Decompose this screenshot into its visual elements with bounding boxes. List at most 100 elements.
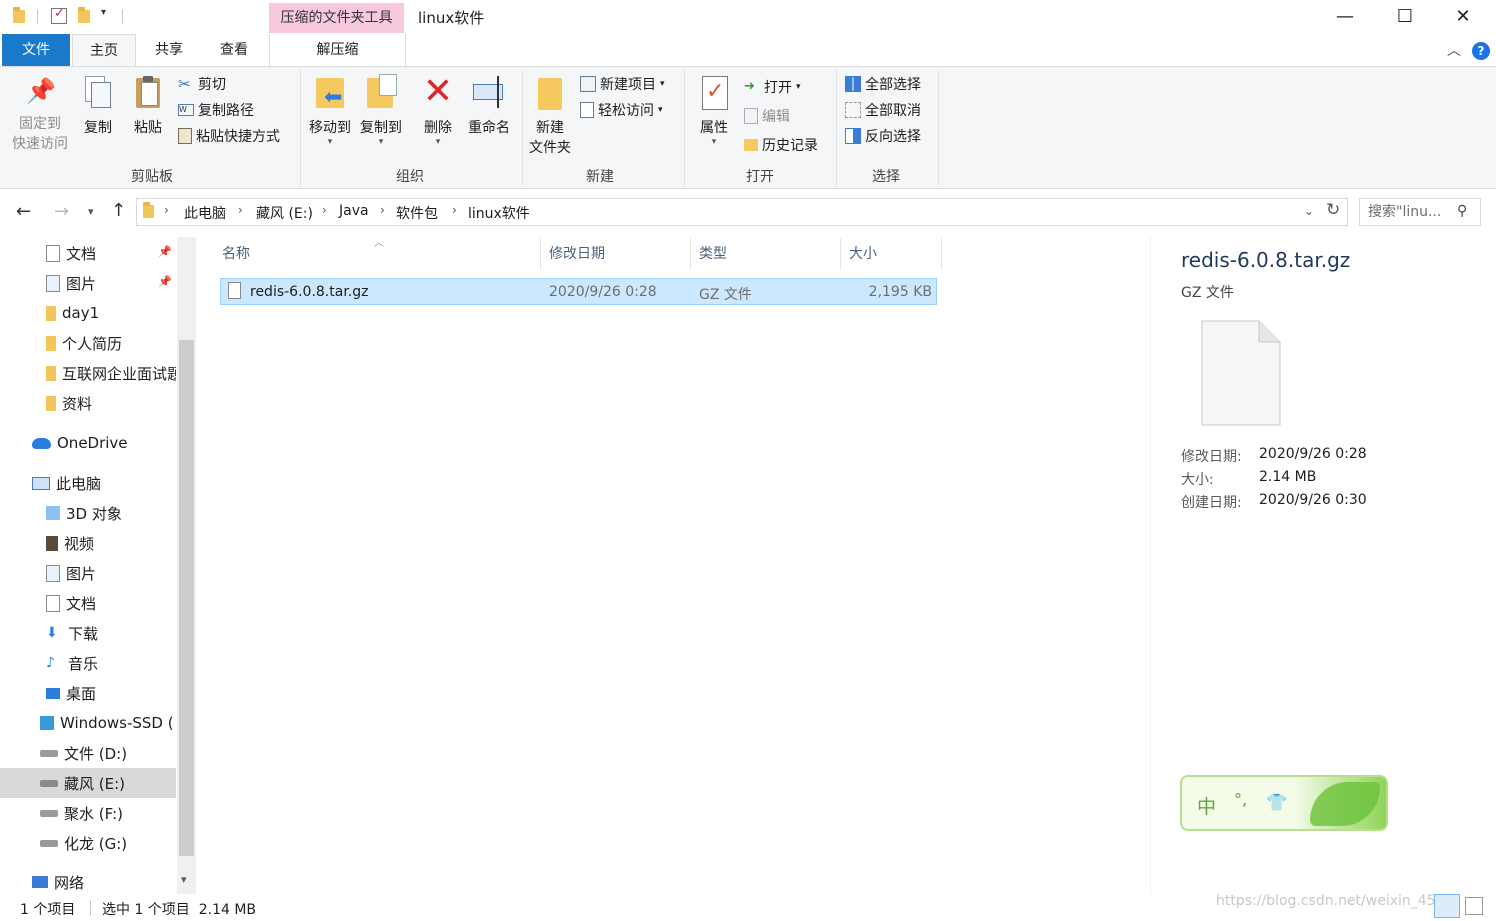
- edit-button[interactable]: 编辑: [744, 105, 790, 127]
- nav-item-drive-g[interactable]: 化龙 (G:): [0, 828, 176, 858]
- breadcrumb-chevron-icon[interactable]: ›: [164, 203, 169, 217]
- nav-item-pictures[interactable]: 图片: [0, 558, 176, 588]
- nav-item-windows-ssd[interactable]: Windows-SSD (: [0, 708, 176, 738]
- nav-item-downloads[interactable]: ⬇ 下载: [0, 618, 176, 648]
- details-view-button[interactable]: [1434, 894, 1460, 918]
- up-arrow-icon[interactable]: ↑: [111, 200, 126, 221]
- history-button[interactable]: 历史记录: [744, 134, 818, 156]
- nav-label: 桌面: [66, 684, 97, 703]
- nav-item-materials[interactable]: 资料: [0, 388, 176, 418]
- select-all-button[interactable]: 全部选择: [845, 73, 921, 95]
- nav-item-drive-d[interactable]: 文件 (D:): [0, 738, 176, 768]
- tab-view[interactable]: 查看: [205, 34, 263, 66]
- tab-file[interactable]: 文件: [2, 34, 70, 66]
- folder-icon: [46, 335, 56, 351]
- breadcrumb-chevron-icon[interactable]: ›: [452, 203, 457, 217]
- column-header-type[interactable]: 类型: [691, 238, 841, 270]
- back-arrow-icon[interactable]: ←: [16, 201, 31, 222]
- select-all-label: 全部选择: [865, 77, 921, 93]
- new-item-button[interactable]: 新建项目 ▾: [580, 73, 665, 95]
- status-item-count: 1 个项目: [20, 902, 76, 918]
- breadcrumb-java[interactable]: Java: [339, 203, 369, 219]
- nav-item-drive-e[interactable]: 藏风 (E:): [0, 768, 176, 798]
- copy-to-button[interactable]: 复制到 ▾: [356, 74, 406, 147]
- tab-extract[interactable]: 解压缩: [269, 34, 406, 66]
- cut-button[interactable]: ✂ 剪切: [178, 73, 226, 95]
- new-folder-button[interactable]: 新建 文件夹: [526, 74, 574, 158]
- close-button[interactable]: ✕: [1440, 0, 1486, 32]
- file-size: 2,195 KB: [868, 284, 932, 300]
- breadcrumb-this-pc[interactable]: 此电脑: [184, 203, 226, 223]
- copy-button[interactable]: 复制: [78, 76, 118, 138]
- nav-item-interview[interactable]: 互联网企业面试题: [0, 358, 176, 388]
- forward-arrow-icon[interactable]: →: [54, 201, 69, 222]
- properties-button[interactable]: ✓ 属性 ▾: [692, 74, 736, 147]
- breadcrumb-drive-e[interactable]: 藏风 (E:): [256, 203, 313, 223]
- properties-label: 属性: [700, 120, 728, 136]
- column-header-name[interactable]: 名称: [214, 238, 541, 270]
- refresh-icon[interactable]: ↻: [1326, 200, 1340, 220]
- address-folder-icon: [143, 202, 154, 218]
- nav-item-day1[interactable]: day1: [0, 298, 176, 328]
- help-icon[interactable]: ?: [1472, 42, 1490, 60]
- new-folder-icon: [536, 74, 564, 110]
- nav-item-this-pc[interactable]: 此电脑: [0, 468, 176, 498]
- pin-quick-access-button[interactable]: 📌 固定到 快速访问: [8, 76, 72, 154]
- tab-home[interactable]: 主页: [72, 34, 136, 66]
- nav-item-music[interactable]: ♪ 音乐: [0, 648, 176, 678]
- ime-skin-shirt-icon[interactable]: 👕: [1266, 793, 1287, 813]
- nav-label: 此电脑: [56, 474, 102, 493]
- qa-separator-2: [122, 9, 123, 24]
- address-bar[interactable]: [136, 198, 1348, 226]
- nav-label: 化龙 (G:): [64, 834, 128, 853]
- large-icons-view-button[interactable]: [1465, 897, 1483, 915]
- open-button[interactable]: ➜ 打开 ▾: [744, 76, 801, 98]
- breadcrumb-linux[interactable]: linux软件: [468, 203, 530, 223]
- paste-shortcut-button[interactable]: 粘贴快捷方式: [178, 125, 280, 147]
- nav-item-3d-objects[interactable]: 3D 对象: [0, 498, 176, 528]
- recent-locations-chevron-icon[interactable]: ▾: [88, 205, 94, 218]
- delete-button[interactable]: ✕ 删除 ▾: [418, 74, 458, 147]
- ime-punctuation[interactable]: °,: [1234, 790, 1247, 809]
- details-modified-label: 修改日期:: [1181, 449, 1242, 465]
- nav-item-network[interactable]: 网络: [0, 868, 176, 896]
- easy-access-button[interactable]: 轻松访问 ▾: [580, 99, 663, 121]
- ime-mode[interactable]: 中: [1197, 792, 1216, 819]
- properties-qa-icon[interactable]: ✓: [51, 6, 67, 24]
- nav-scrollbar-thumb[interactable]: [179, 340, 194, 856]
- delete-label: 删除: [424, 120, 452, 136]
- maximize-button[interactable]: ☐: [1382, 0, 1428, 32]
- column-header-modified[interactable]: 修改日期: [541, 238, 691, 270]
- new-folder-qa-icon[interactable]: [78, 7, 90, 23]
- nav-item-desktop[interactable]: 桌面: [0, 678, 176, 708]
- breadcrumb-chevron-icon[interactable]: ›: [380, 203, 385, 217]
- address-history-chevron-icon[interactable]: ⌄: [1304, 204, 1314, 218]
- nav-item-documents[interactable]: 文档: [0, 588, 176, 618]
- tab-share[interactable]: 共享: [140, 34, 198, 66]
- pin-label: 固定到 快速访问: [12, 116, 68, 152]
- minimize-button[interactable]: —: [1322, 0, 1368, 32]
- nav-item-videos[interactable]: 视频: [0, 528, 176, 558]
- nav-item-onedrive[interactable]: OneDrive: [0, 428, 176, 458]
- select-none-button[interactable]: 全部取消: [845, 99, 921, 121]
- collapse-ribbon-chevron-icon[interactable]: ︿: [1447, 40, 1461, 60]
- nav-item-pictures-pinned[interactable]: 图片: [0, 268, 176, 298]
- rename-button[interactable]: 重命名: [464, 74, 514, 138]
- new-item-label: 新建项目: [600, 77, 656, 93]
- nav-item-drive-f[interactable]: 聚水 (F:): [0, 798, 176, 828]
- paste-button[interactable]: 粘贴: [128, 76, 168, 138]
- properties-chevron-icon: ▾: [711, 137, 717, 147]
- breadcrumb-software[interactable]: 软件包: [396, 203, 438, 223]
- column-header-size[interactable]: 大小: [841, 238, 942, 270]
- scroll-down-chevron-icon[interactable]: ▾: [181, 873, 187, 886]
- breadcrumb-chevron-icon[interactable]: ›: [322, 203, 327, 217]
- breadcrumb-chevron-icon[interactable]: ›: [238, 203, 243, 217]
- move-to-button[interactable]: ⬅ 移动到 ▾: [306, 74, 354, 147]
- customize-qa-chevron-icon[interactable]: ▾: [101, 7, 106, 18]
- open-arrow-icon: ➜: [744, 79, 755, 94]
- copy-icon: [85, 76, 111, 108]
- nav-item-documents-pinned[interactable]: 文档: [0, 238, 176, 268]
- nav-item-resume[interactable]: 个人简历: [0, 328, 176, 358]
- copy-path-button[interactable]: W 复制路径: [178, 99, 254, 121]
- invert-selection-button[interactable]: 反向选择: [845, 125, 921, 147]
